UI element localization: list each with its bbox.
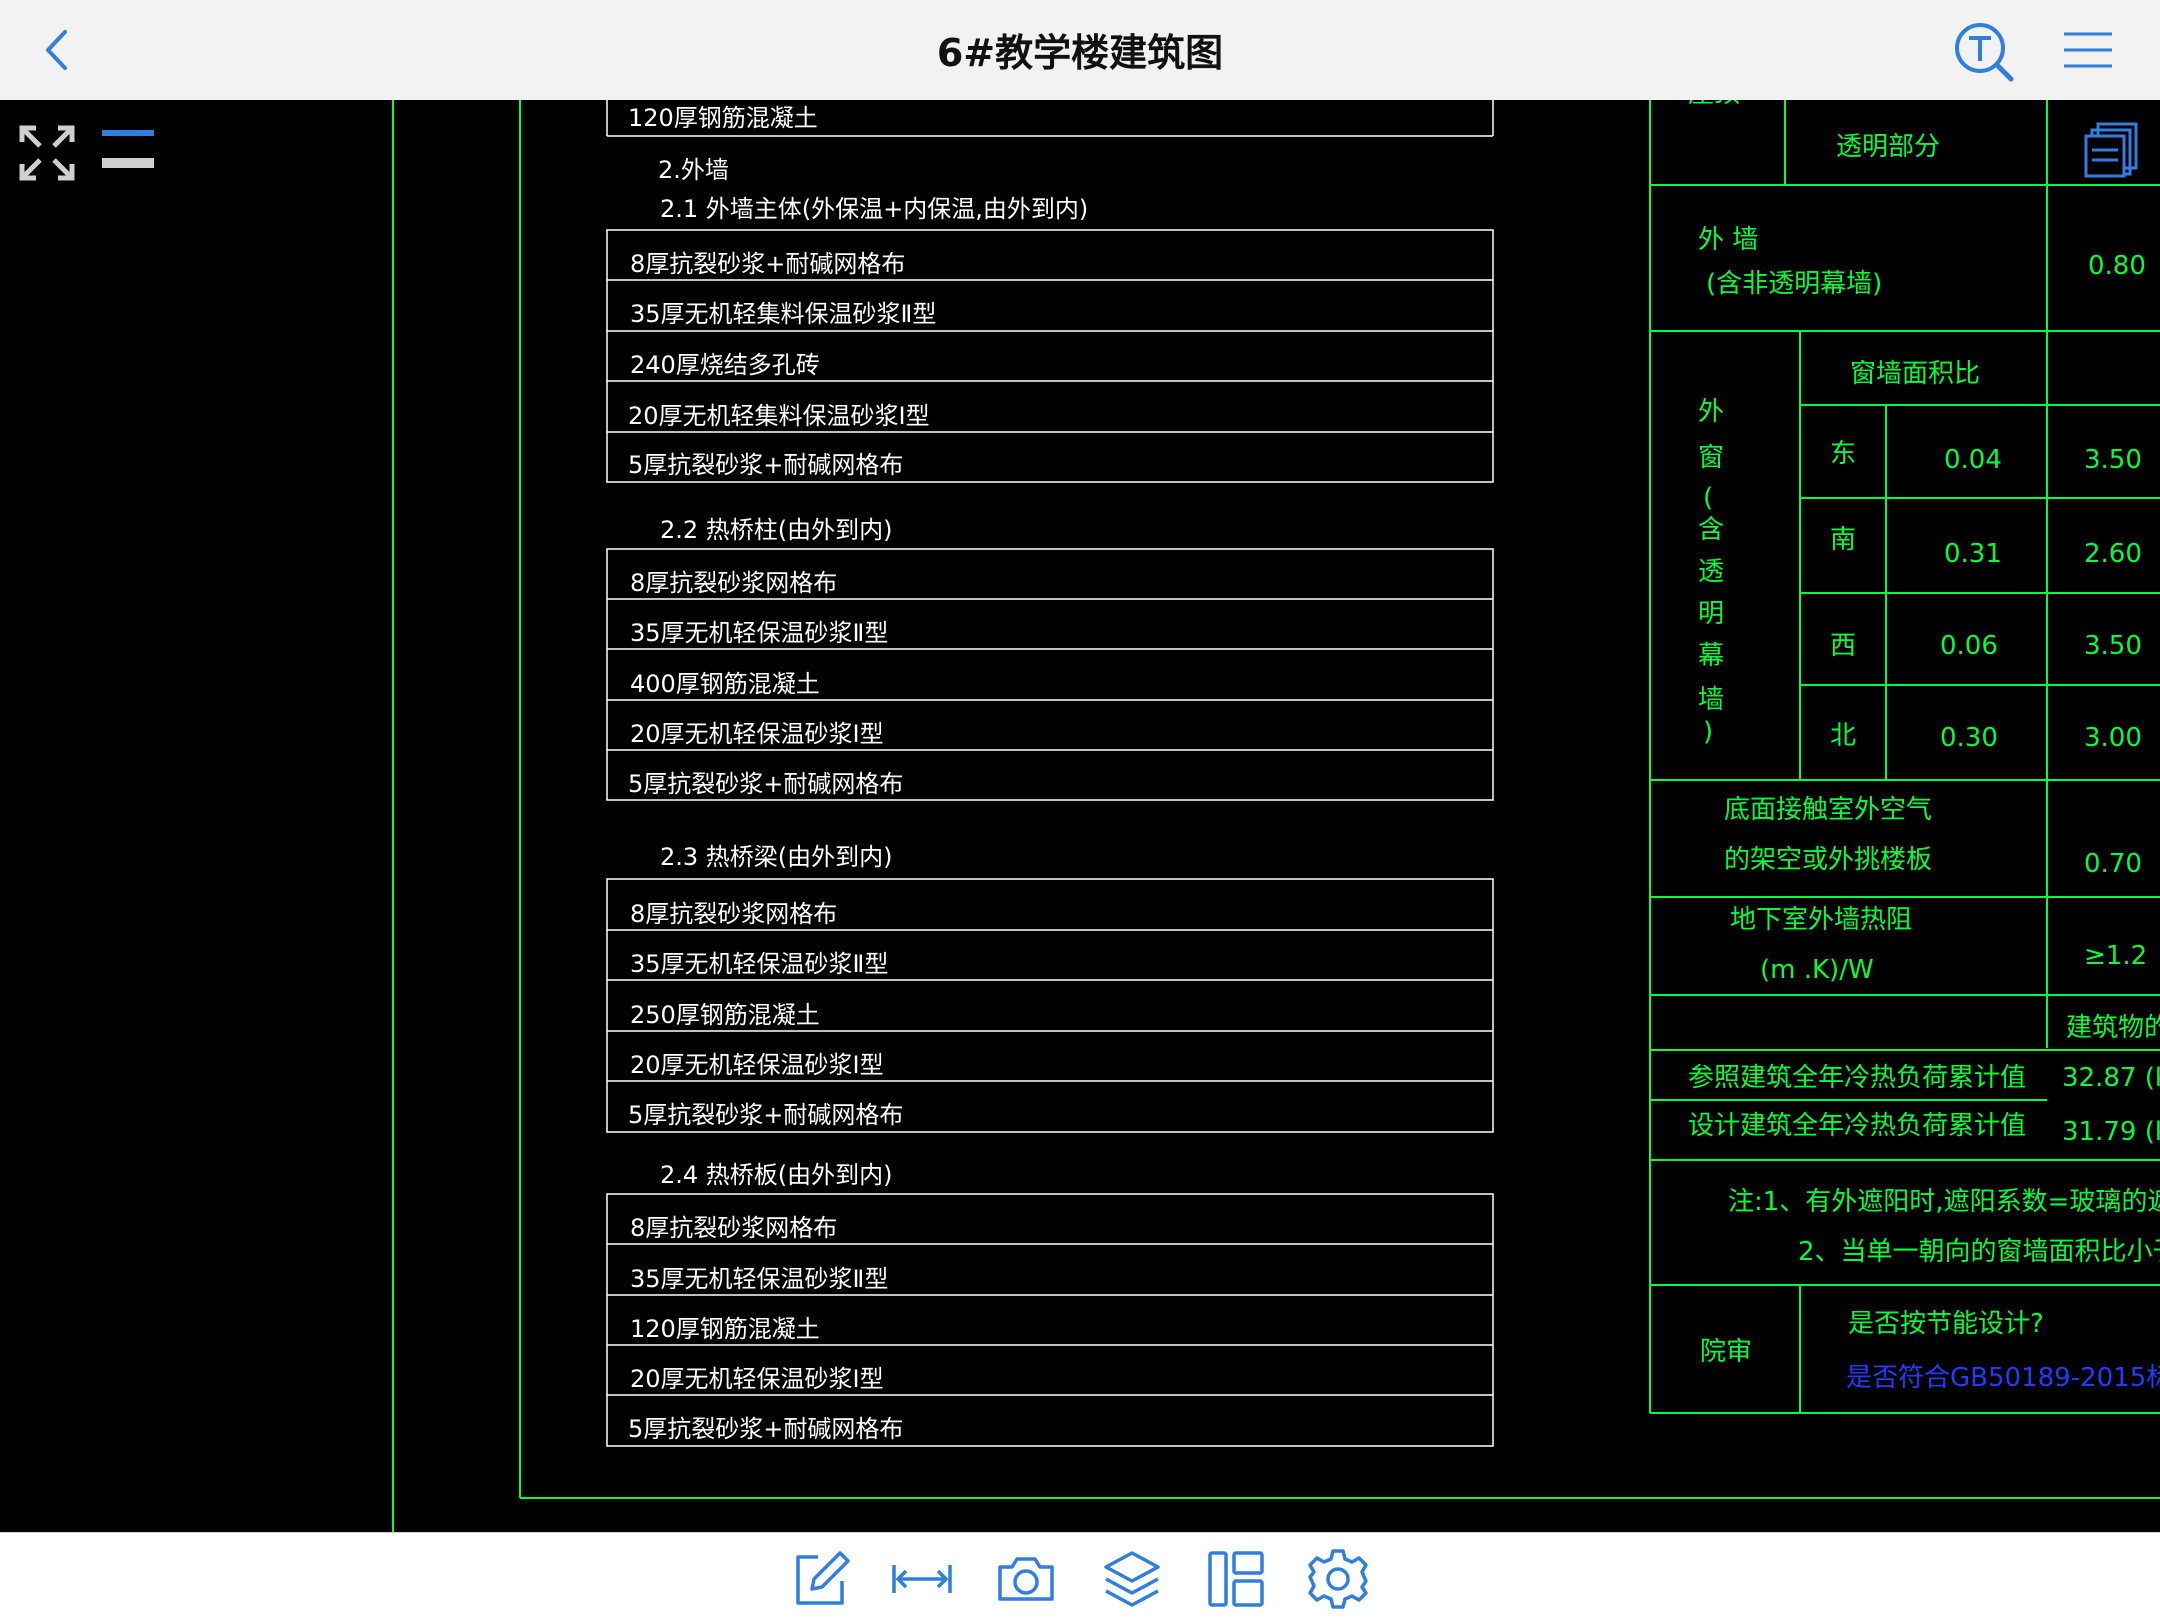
table-text: (含非透明幕墙): [1706, 269, 1882, 299]
row-text: 8厚抗裂砂浆+耐碱网格布: [630, 250, 905, 278]
pencil-icon: [796, 1551, 850, 1605]
row-text: 20厚无机轻保温砂浆Ⅰ型: [630, 1051, 884, 1079]
row-text: 5厚抗裂砂浆+耐碱网格布: [628, 451, 903, 479]
orient-k: 3.00: [2084, 723, 2142, 753]
row-text: 35厚无机轻保温砂浆Ⅱ型: [630, 950, 888, 978]
menu-button[interactable]: [2058, 22, 2118, 78]
window-char: 墙: [1698, 685, 1724, 715]
window-char: ): [1703, 717, 1713, 747]
window-char: 透: [1698, 557, 1724, 587]
orient-dir: 东: [1830, 439, 1856, 469]
orient-ratio: 0.30: [1940, 723, 1998, 753]
row-text: 5厚抗裂砂浆+耐碱网格布: [628, 1415, 903, 1443]
window-char: 外: [1698, 397, 1724, 427]
measure-icon: [892, 1565, 952, 1593]
table-header: 窗墙面积比: [1850, 359, 1980, 389]
table-text: 是否按节能设计?: [1848, 1309, 2044, 1339]
row-text: 8厚抗裂砂浆网格布: [630, 900, 837, 928]
settings-button[interactable]: [1306, 1547, 1370, 1611]
orient-ratio: 0.04: [1944, 445, 2002, 475]
window-char: 明: [1698, 599, 1724, 629]
measure-button[interactable]: [890, 1547, 954, 1611]
row-text: 5厚抗裂砂浆+耐碱网格布: [628, 770, 903, 798]
row-text: 240厚烧结多孔砖: [630, 351, 820, 379]
row-text: 20厚无机轻保温砂浆Ⅰ型: [630, 720, 884, 748]
layout-button[interactable]: [1204, 1547, 1268, 1611]
document-stack-icon: [2084, 122, 2138, 178]
layer-toggle-button[interactable]: [100, 126, 156, 176]
table-text: 的架空或外挑楼板: [1724, 845, 1932, 875]
row-text: 35厚无机轻集料保温砂浆Ⅱ型: [630, 300, 936, 328]
gear-icon: [1308, 1549, 1368, 1609]
fit-screen-icon: [19, 125, 75, 181]
layout-icon: [1208, 1551, 1264, 1607]
table-text: 是否符合GB50189-2015标准要: [1846, 1363, 2160, 1393]
table-value: 31.79 (k: [2062, 1117, 2160, 1147]
table-value: 32.87 (k: [2062, 1063, 2160, 1093]
hamburger-menu-icon: [2064, 32, 2112, 68]
table-text: 底面接触室外空气: [1724, 795, 1932, 825]
drawing-canvas[interactable]: 120厚钢筋混凝土 2.外墙 2.1 外墙主体(外保温+内保温,由外到内) 8厚…: [0, 100, 2160, 1532]
row-text: 120厚钢筋混凝土: [630, 1315, 820, 1343]
table-text: 设计建筑全年冷热负荷累计值: [1688, 1111, 2026, 1141]
document-stack-badge[interactable]: [2082, 120, 2142, 180]
row-text: 35厚无机轻保温砂浆Ⅱ型: [630, 619, 888, 647]
bottom-toolbar: [0, 1532, 2160, 1621]
table-text: 建筑物的节: [2066, 1013, 2160, 1043]
table-text: 院审: [1700, 1337, 1752, 1367]
window-char: 窗: [1698, 443, 1724, 473]
window-char: 幕: [1698, 641, 1724, 671]
section-heading: 2.3 热桥梁(由外到内): [660, 843, 893, 871]
layers-icon: [1104, 1551, 1160, 1607]
row-text: 8厚抗裂砂浆网格布: [630, 1214, 837, 1242]
orient-k: 3.50: [2084, 631, 2142, 661]
orient-k: 2.60: [2084, 539, 2142, 569]
row-text: 8厚抗裂砂浆网格布: [630, 569, 837, 597]
page-title: 6#教学楼建筑图: [936, 31, 1224, 75]
row-text: 250厚钢筋混凝土: [630, 1001, 820, 1029]
orient-dir: 北: [1830, 721, 1856, 751]
table-text: 地下室外墙热阻: [1730, 905, 1912, 935]
row-text: 20厚无机轻保温砂浆Ⅰ型: [630, 1365, 884, 1393]
note-text: 2、当单一朝向的窗墙面积比小于0.40时,: [1798, 1237, 2160, 1267]
section-heading: 2.1 外墙主体(外保温+内保温,由外到内): [660, 195, 1088, 223]
row-text: 120厚钢筋混凝土: [628, 104, 818, 132]
row-text: 400厚钢筋混凝土: [630, 670, 820, 698]
layers-button[interactable]: [1100, 1547, 1164, 1611]
screenshot-button[interactable]: [994, 1547, 1058, 1611]
orient-dir: 南: [1830, 525, 1856, 555]
table-text: 外 墙: [1698, 225, 1758, 255]
fit-screen-button[interactable]: [14, 120, 80, 186]
table-text: 屋顶: [1688, 100, 1740, 109]
table-text: 参照建筑全年冷热负荷累计值: [1688, 1063, 2026, 1093]
section-heading: 2.2 热桥柱(由外到内): [660, 516, 893, 544]
row-text: 35厚无机轻保温砂浆Ⅱ型: [630, 1265, 888, 1293]
section-heading: 2.外墙: [658, 156, 729, 184]
orient-dir: 西: [1830, 631, 1856, 661]
table-value: 0.70: [2084, 849, 2142, 879]
top-toolbar: 6#教学楼建筑图: [0, 0, 2160, 101]
note-text: 注:1、有外遮阳时,遮阳系数=玻璃的遮阳系数x外遮: [1728, 1187, 2160, 1217]
row-text: 20厚无机轻集料保温砂浆Ⅰ型: [628, 402, 930, 430]
camera-icon: [998, 1557, 1054, 1601]
table-value: ≥1.2: [2084, 941, 2147, 971]
orient-ratio: 0.31: [1944, 539, 2002, 569]
orient-k: 3.50: [2084, 445, 2142, 475]
cad-drawing: 120厚钢筋混凝土 2.外墙 2.1 外墙主体(外保温+内保温,由外到内) 8厚…: [392, 100, 2160, 1532]
layer-toggle-icon: [102, 130, 154, 168]
orient-ratio: 0.06: [1940, 631, 1998, 661]
window-char: 含: [1698, 515, 1724, 545]
annotate-button[interactable]: [788, 1547, 852, 1611]
table-text: 透明部分: [1836, 132, 1940, 162]
table-value: 0.80: [2088, 251, 2146, 281]
table-text: (m .K)/W: [1760, 955, 1874, 985]
row-text: 5厚抗裂砂浆+耐碱网格布: [628, 1101, 903, 1129]
text-search-icon: [1955, 23, 2014, 82]
text-search-button[interactable]: [1950, 16, 2020, 86]
window-char: (: [1703, 483, 1713, 513]
section-heading: 2.4 热桥板(由外到内): [660, 1161, 893, 1189]
